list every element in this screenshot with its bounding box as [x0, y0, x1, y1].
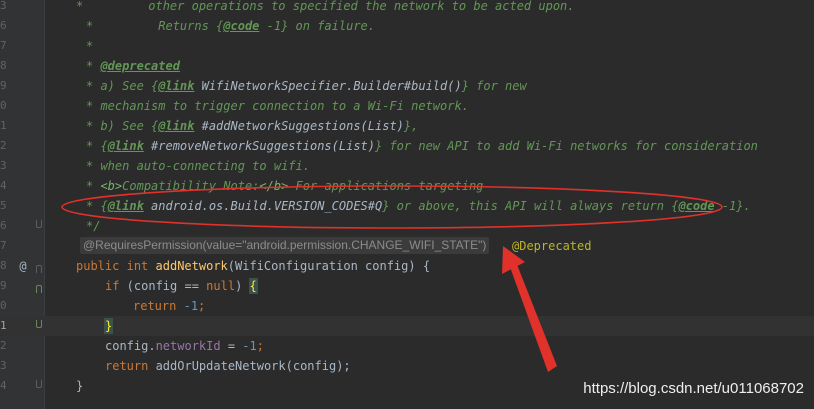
code-line: 3 * when auto-connecting to wifi. [0, 156, 814, 176]
code-text: * b) See {@link #addNetworkSuggestions(L… [86, 119, 419, 133]
annotation-gutter-icon[interactable]: @ [16, 259, 30, 273]
code-line-current: 1 } [0, 316, 814, 336]
code-line: 9 * a) See {@link WifiNetworkSpecifier.B… [0, 76, 814, 96]
code-text: * @deprecated [86, 59, 180, 73]
code-text: * {@link android.os.Build.VERSION_CODES#… [86, 199, 751, 213]
line-number: 6 [0, 19, 7, 32]
line-number: 6 [0, 219, 7, 232]
line-number: 2 [0, 339, 7, 352]
code-text: config.networkId = -1; [105, 339, 264, 353]
code-text: return -1; [133, 299, 206, 313]
code-text: * [86, 39, 94, 53]
code-text: * {@link #removeNetworkSuggestions(List)… [86, 139, 758, 153]
code-text: return addOrUpdateNetwork(config); [105, 359, 351, 373]
line-number: 8 [0, 259, 7, 272]
code-line: 9 if (config == null) { [0, 276, 814, 296]
line-number: 3 [0, 359, 7, 372]
code-text: } [103, 318, 114, 334]
watermark: https://blog.csdn.net/u011068702 [583, 380, 804, 397]
fold-end-icon[interactable] [36, 220, 42, 228]
line-number: 1 [0, 319, 7, 332]
code-line: 7 * [0, 36, 814, 56]
fold-end-icon[interactable] [36, 380, 42, 388]
code-text: if (config == null) { [105, 278, 258, 294]
line-number: 8 [0, 59, 7, 72]
code-line: 6 */ [0, 216, 814, 236]
code-text: * mechanism to trigger connection to a W… [86, 99, 469, 113]
line-number: 0 [0, 99, 7, 112]
line-number: 3 [0, 159, 7, 172]
code-line: 1 * b) See {@link #addNetworkSuggestions… [0, 116, 814, 136]
line-number: 7 [0, 239, 7, 252]
code-line: 5 * {@link android.os.Build.VERSION_CODE… [0, 196, 814, 216]
code-line: 8 * @deprecated [0, 56, 814, 76]
code-line: 4 * <b>Compatibility Note:</b> For appli… [0, 176, 814, 196]
fold-start-icon[interactable] [36, 285, 42, 293]
code-text: } [76, 379, 84, 393]
fold-end-icon[interactable] [36, 320, 42, 328]
code-line: 8 @ public int addNetwork(WifiConfigurat… [0, 256, 814, 276]
code-line: 0 return -1; [0, 296, 814, 316]
line-number: 4 [0, 379, 7, 392]
code-line: 6 * Returns {@code -1} on failure. [0, 16, 814, 36]
code-text: * when auto-connecting to wifi. [86, 159, 310, 173]
code-line: 0 * mechanism to trigger connection to a… [0, 96, 814, 116]
line-number: 1 [0, 119, 7, 132]
fold-start-icon[interactable] [36, 265, 42, 273]
line-number: 9 [0, 279, 7, 292]
line-number: 5 [0, 199, 7, 212]
line-number: 3 [0, 0, 7, 12]
code-line: 2 config.networkId = -1; [0, 336, 814, 356]
line-number: 9 [0, 79, 7, 92]
code-text: */ [86, 219, 101, 233]
code-line: 7 @RequiresPermission(value="android.per… [0, 236, 814, 256]
line-number: 4 [0, 179, 7, 192]
code-text: * other operations to specified the netw… [76, 0, 575, 13]
code-editor[interactable]: 3 * other operations to specified the ne… [0, 0, 814, 409]
code-line: 2 * {@link #removeNetworkSuggestions(Lis… [0, 136, 814, 156]
line-number: 2 [0, 139, 7, 152]
code-line: 3 return addOrUpdateNetwork(config); [0, 356, 814, 376]
code-text: public int addNetwork(WifiConfiguration … [76, 259, 431, 273]
line-number: 0 [0, 299, 7, 312]
code-line: 3 * other operations to specified the ne… [0, 0, 814, 16]
code-text: * <b>Compatibility Note:</b> For applica… [86, 179, 484, 193]
deprecated-annotation: @Deprecated [512, 239, 592, 253]
inlay-hint-requires-permission[interactable]: @RequiresPermission(value="android.permi… [80, 237, 490, 254]
code-text: * a) See {@link WifiNetworkSpecifier.Bui… [86, 79, 527, 93]
code-text: * Returns {@code -1} on failure. [86, 19, 375, 33]
line-number: 7 [0, 39, 7, 52]
